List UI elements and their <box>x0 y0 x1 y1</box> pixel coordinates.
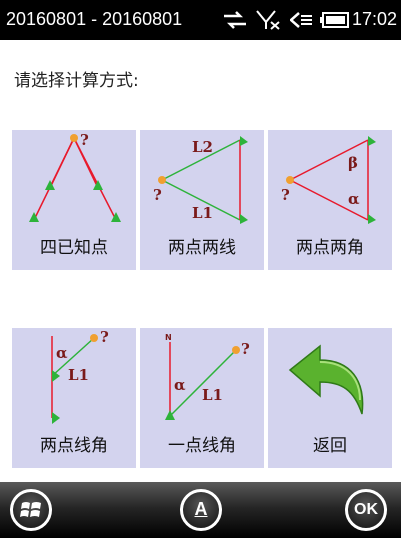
one-point-line-angle-diagram: N α L1 ? <box>165 333 250 420</box>
svg-text:L1: L1 <box>192 204 213 222</box>
svg-text:?: ? <box>241 340 250 358</box>
two-points-line-angle-diagram: α L1 ? <box>51 328 109 424</box>
status-title: 20160801 - 20160801 <box>6 9 183 29</box>
battery-icon[interactable] <box>320 10 350 30</box>
four-known-points-diagram: ? <box>29 131 121 222</box>
svg-text:L2: L2 <box>192 138 213 156</box>
tile-two-points-line-angle[interactable]: α L1 ? 两点线角 <box>12 328 136 468</box>
two-points-two-lines-diagram: L2 L1 ? <box>153 136 248 224</box>
signal-off-icon[interactable] <box>256 10 282 30</box>
tile-four-known-points[interactable]: ? 四已知点 <box>12 130 136 270</box>
svg-text:α: α <box>56 344 68 362</box>
status-time: 17:02 <box>351 9 397 29</box>
svg-text:?: ? <box>100 328 109 346</box>
svg-text:L1: L1 <box>202 386 223 404</box>
tile-label: 四已知点 <box>40 238 108 258</box>
svg-text:α: α <box>348 190 360 208</box>
svg-text:L1: L1 <box>68 366 89 384</box>
tile-label: 两点线角 <box>40 436 108 456</box>
status-bar: 20160801 - 20160801 17:02 <box>0 0 401 40</box>
svg-text:?: ? <box>153 186 162 204</box>
tile-one-point-line-angle[interactable]: N α L1 ? 一点线角 <box>140 328 264 468</box>
back-arrow-icon <box>288 344 364 415</box>
svg-text:N: N <box>165 333 172 342</box>
svg-text:β: β <box>348 154 358 172</box>
tile1-question: ? <box>80 131 89 149</box>
ok-button[interactable]: OK <box>345 489 387 531</box>
keyboard-input-button[interactable]: A <box>180 489 222 531</box>
tile-label: 两点两线 <box>168 238 236 258</box>
tile-two-points-two-lines[interactable]: L2 L1 ? 两点两线 <box>140 130 264 270</box>
tile-label: 一点线角 <box>168 436 236 456</box>
windows-flag-icon <box>20 502 41 517</box>
tile-label: 两点两角 <box>296 238 364 258</box>
tile-two-points-two-angles[interactable]: β α ? 两点两角 <box>268 130 392 270</box>
svg-text:?: ? <box>281 186 290 204</box>
two-points-two-angles-diagram: β α ? <box>281 136 376 224</box>
prompt-text: 请选择计算方式: <box>14 71 139 91</box>
sync-arrows-icon[interactable] <box>222 10 248 30</box>
tile-back[interactable]: 返回 <box>268 328 392 468</box>
speaker-muted-icon[interactable] <box>290 10 314 30</box>
windows-start-button[interactable] <box>10 489 52 531</box>
tile-label: 返回 <box>313 436 347 456</box>
svg-text:α: α <box>174 376 186 394</box>
bottom-bar: A OK <box>0 482 401 538</box>
